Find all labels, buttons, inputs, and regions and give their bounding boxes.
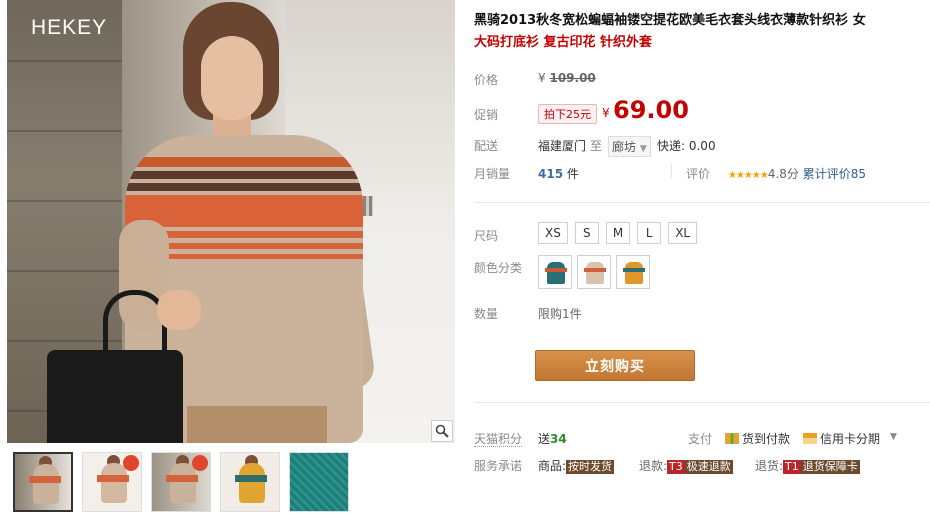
thumbnail[interactable] <box>220 452 280 512</box>
divider <box>671 164 672 178</box>
size-option-l[interactable]: L <box>637 222 662 244</box>
thumbnail[interactable] <box>82 452 142 512</box>
return-prefix: 退货: <box>755 459 784 473</box>
sales-count: 415 <box>538 167 564 181</box>
points-label: 天猫积分 <box>474 432 523 447</box>
magnifier-icon[interactable] <box>431 420 453 442</box>
chevron-down-icon: ▼ <box>639 144 647 154</box>
destination-value: 廊坊 <box>612 140 637 154</box>
brand-logo: HEKEY <box>31 16 108 39</box>
service-label: 服务承诺 <box>474 459 523 473</box>
size-options: XS S M L XL <box>538 222 698 244</box>
rating: ★★★★★4.8分 累计评价85 <box>728 165 866 182</box>
service-goods: 商品: 按时发货 <box>538 457 615 474</box>
model-pants <box>187 406 327 443</box>
size-option-xl[interactable]: XL <box>668 222 698 244</box>
divider <box>474 402 930 403</box>
promo-sticker-icon <box>123 455 139 471</box>
installment-option[interactable]: 信用卡分期 <box>803 430 880 447</box>
color-option-orange[interactable] <box>616 255 650 289</box>
color-options <box>538 255 650 289</box>
price-label: 价格 <box>474 73 499 87</box>
main-product-image[interactable]: HEKEY <box>7 0 455 443</box>
refund-prefix: 退款: <box>639 459 668 473</box>
on-time-delivery-badge[interactable]: 按时发货 <box>566 460 615 474</box>
handbag <box>47 350 183 443</box>
refund-code-badge: T3 <box>667 460 685 474</box>
points-give: 送 <box>538 432 551 446</box>
destination-select[interactable]: 廊坊 ▼ <box>608 136 651 157</box>
original-price-value: 109.00 <box>549 71 596 85</box>
color-option-beige[interactable] <box>577 255 611 289</box>
star-rating-icon: ★★★★★ <box>728 170 769 181</box>
review-count-link[interactable]: 累计评价85 <box>803 167 866 181</box>
promo-row: 促销 拍下25元 ¥ 69.00 <box>474 96 930 129</box>
product-subtitle: 大码打底衫 复古印花 针织外套 <box>474 35 653 50</box>
service-return: 退货: T1 退货保障卡 <box>755 457 860 474</box>
currency-symbol: ¥ <box>602 106 610 120</box>
rating-score: 4.8分 <box>767 167 799 181</box>
cod-option[interactable]: 货到付款 <box>725 430 790 447</box>
size-label: 尺码 <box>474 229 499 243</box>
express-fee: 快递: 0.00 <box>657 139 716 153</box>
currency-symbol: ¥ <box>538 71 546 85</box>
buy-now-button[interactable]: 立刻购买 <box>535 350 695 381</box>
monthly-sales-label: 月销量 <box>474 167 511 181</box>
return-card-badge[interactable]: 退货保障卡 <box>800 460 860 474</box>
fast-refund-badge[interactable]: 极速退款 <box>684 460 733 474</box>
divider <box>474 202 930 203</box>
thumbnail[interactable] <box>289 452 349 512</box>
sales-unit: 件 <box>566 167 579 181</box>
installment-label: 信用卡分期 <box>820 432 881 446</box>
ship-from: 福建厦门 <box>538 139 587 153</box>
size-option-s[interactable]: S <box>574 222 599 244</box>
return-code-badge: T1 <box>783 460 801 474</box>
cod-label: 货到付款 <box>742 432 791 446</box>
thumbnail-strip <box>13 452 349 512</box>
promo-sticker-icon <box>192 455 208 471</box>
service-refund: 退款: T3 极速退款 <box>639 457 733 474</box>
review-label: 评价 <box>686 167 711 181</box>
original-price: ¥ 109.00 <box>538 71 596 85</box>
points-reward: 送34 <box>538 430 567 447</box>
color-option-teal[interactable] <box>538 255 572 289</box>
product-gallery: HEKEY <box>7 0 455 525</box>
quantity-label: 数量 <box>474 307 499 321</box>
size-option-xs[interactable]: XS <box>538 222 568 244</box>
product-title: 黑骑2013秋冬宽松蝙蝠袖镂空提花欧美毛衣套头线衣薄款针织衫 女 <box>474 13 866 28</box>
credit-card-icon <box>803 433 817 444</box>
shipping-label: 配送 <box>474 139 499 153</box>
model-face <box>201 36 263 120</box>
model-hand <box>157 290 201 330</box>
ship-to-word: 至 <box>590 139 603 153</box>
monthly-sales: 415 件 <box>538 165 579 182</box>
color-label: 颜色分类 <box>474 261 523 275</box>
points-amount: 34 <box>550 432 567 446</box>
promo-price: 69.00 <box>613 96 689 124</box>
triangle-down-icon[interactable]: ▼ <box>890 432 897 442</box>
thumbnail[interactable] <box>13 452 73 512</box>
size-option-m[interactable]: M <box>605 222 631 244</box>
product-info-panel: 黑骑2013秋冬宽松蝙蝠袖镂空提花欧美毛衣套头线衣薄款针织衫 女 大码打底衫 复… <box>474 0 930 525</box>
discount-tag: 拍下25元 <box>538 104 597 124</box>
promo-label: 促销 <box>474 108 499 122</box>
payment-label: 支付 <box>688 432 713 446</box>
gift-box-icon <box>725 433 739 444</box>
goods-prefix: 商品: <box>538 459 567 473</box>
thumbnail[interactable] <box>151 452 211 512</box>
purchase-limit: 限购1件 <box>538 307 582 321</box>
